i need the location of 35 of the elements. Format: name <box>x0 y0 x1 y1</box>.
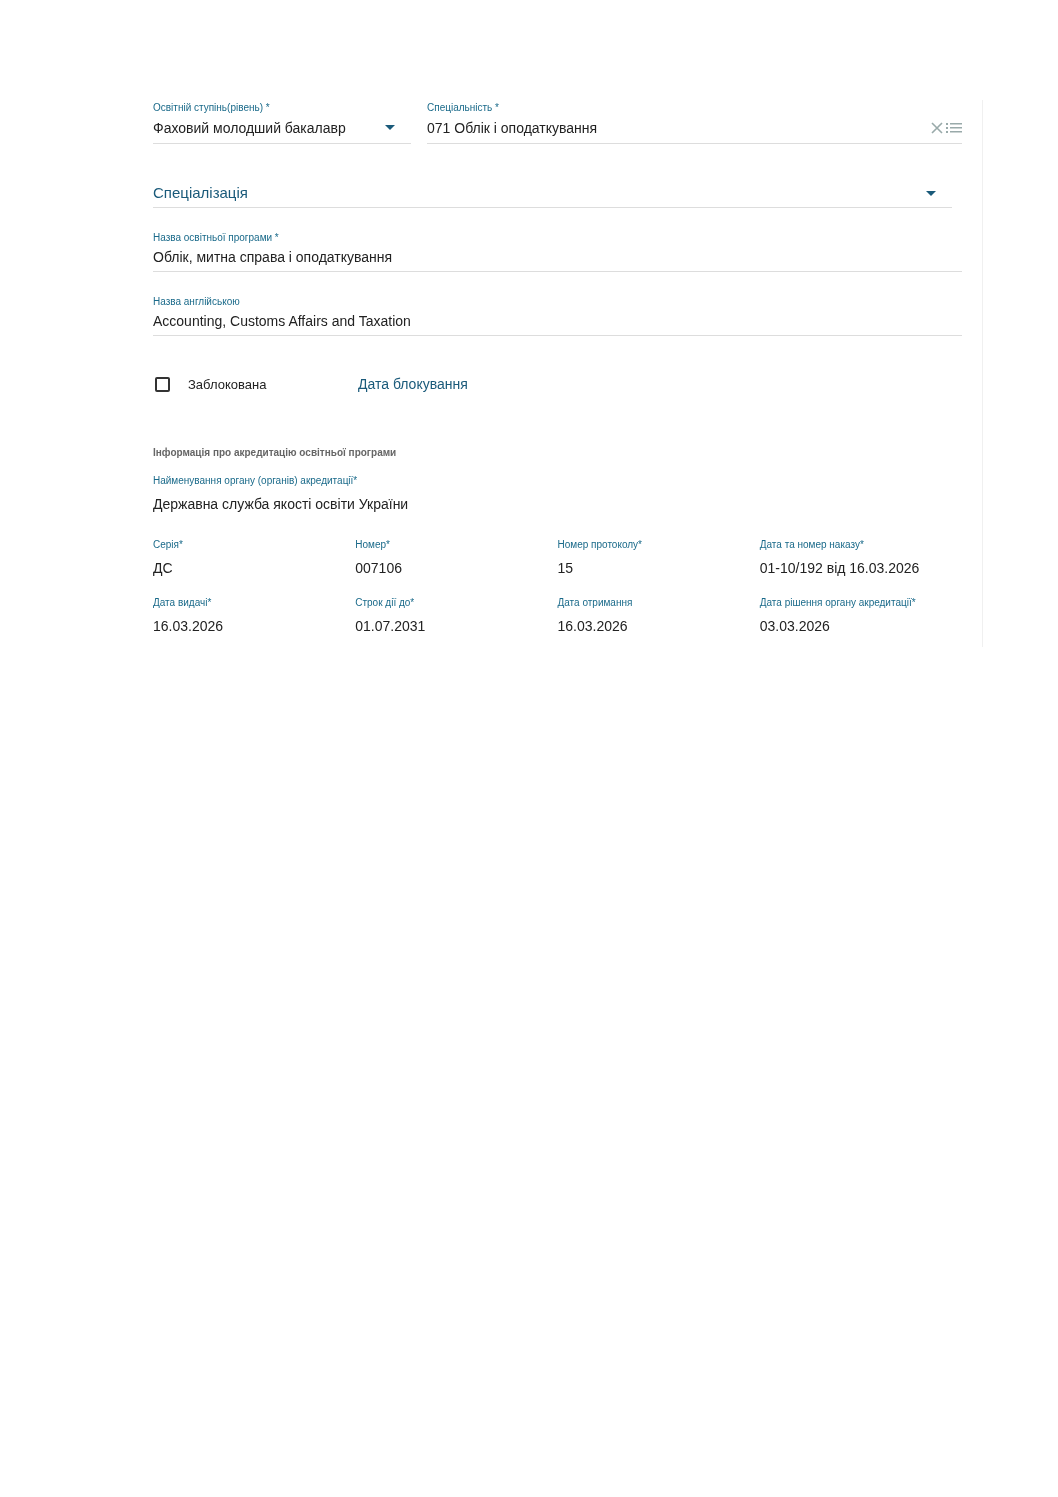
field-label: Дата рішення органу акредитації* <box>759 596 917 610</box>
education-level-select[interactable]: Фаховий молодший бакалавр <box>153 115 411 141</box>
list-icon[interactable] <box>946 122 962 134</box>
blocked-checkbox[interactable] <box>155 377 170 392</box>
field-label: Номер* <box>355 538 391 552</box>
field-label: Найменування органу (органів) акредитації* <box>153 474 359 488</box>
english-name-field[interactable]: Accounting, Customs Affairs and Taxation <box>153 309 962 333</box>
field-value: 03.03.2026 <box>759 617 831 636</box>
specialty-field[interactable]: 071 Облік і оподаткування <box>427 117 598 139</box>
clear-icon[interactable] <box>931 122 943 134</box>
field-value: Державна служба якості освіти України <box>153 495 410 514</box>
dropdown-caret-icon <box>926 190 936 197</box>
field-label: Освітній ступінь(рівень) * <box>153 101 271 115</box>
dropdown-caret-icon <box>385 125 395 131</box>
block-date-field[interactable]: Дата блокування <box>358 374 468 395</box>
checkbox-label: Заблокована <box>188 375 268 394</box>
field-label: Дата видачі* <box>153 596 213 610</box>
field-label: Назва англійською <box>153 295 241 309</box>
field-label: Назва освітньої програми * <box>153 231 280 245</box>
program-name-field[interactable]: Облік, митна справа і оподаткування <box>153 245 962 269</box>
field-value: 01-10/192 від 16.03.2026 <box>759 559 921 578</box>
field-value: 15 <box>557 559 575 578</box>
field-label: Дата отримання <box>557 596 634 610</box>
field-label: Строк дії до* <box>355 596 416 610</box>
field-value: 16.03.2026 <box>557 617 629 636</box>
field-value: ДС <box>153 559 174 578</box>
field-label: Серія* <box>153 538 184 552</box>
section-heading: Інформація про акредитацію освітньої програми <box>153 446 398 460</box>
field-label: Номер протоколу* <box>557 538 643 552</box>
field-value: 007106 <box>355 559 403 578</box>
field-label: Спеціальність * <box>427 101 500 115</box>
field-value: 01.07.2031 <box>355 617 427 636</box>
field-label: Дата та номер наказу* <box>759 538 865 552</box>
specialization-select[interactable]: Спеціалізація <box>153 180 952 208</box>
field-value: 16.03.2026 <box>153 617 225 636</box>
